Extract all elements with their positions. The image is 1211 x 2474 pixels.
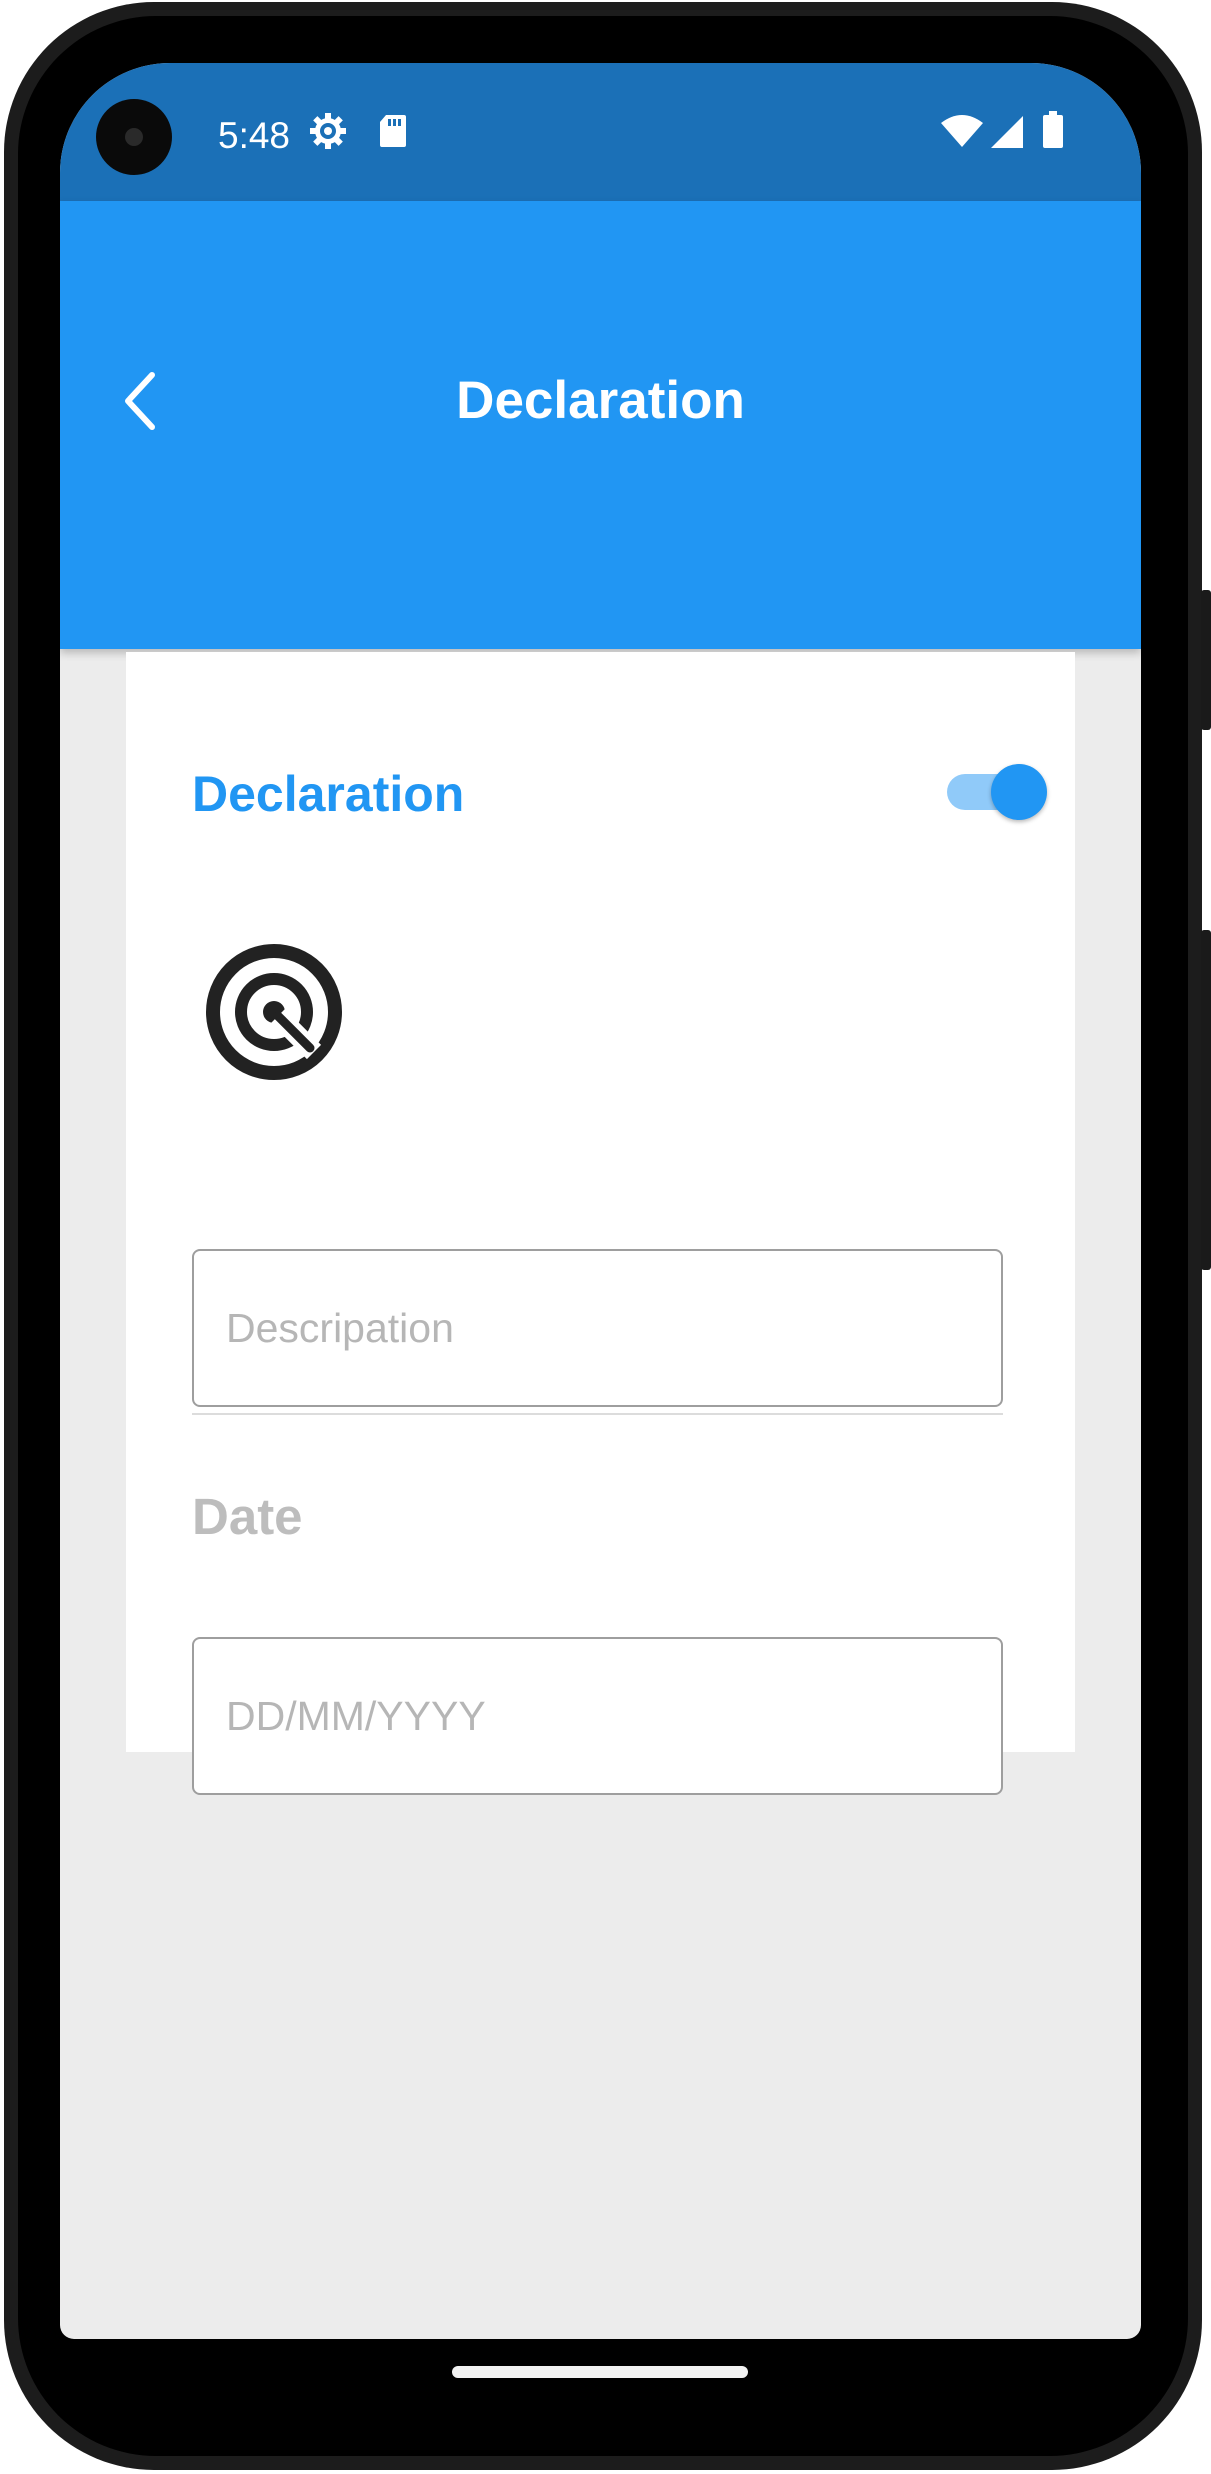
declaration-toggle[interactable] bbox=[945, 762, 1047, 822]
power-button bbox=[1201, 930, 1211, 1270]
date-label: Date bbox=[192, 1488, 303, 1545]
target-q-logo-icon bbox=[204, 942, 344, 1082]
home-indicator[interactable] bbox=[452, 2366, 748, 2378]
screen: 5:48 Declaration Declaration Descripatio… bbox=[60, 63, 1141, 2339]
date-input[interactable] bbox=[194, 1639, 1001, 1793]
sd-card-icon bbox=[376, 113, 408, 154]
section-title: Declaration bbox=[192, 766, 465, 822]
phone-frame: 5:48 Declaration Declaration Descripatio… bbox=[0, 0, 1211, 2474]
settings-icon bbox=[308, 111, 348, 156]
status-bar: 5:48 bbox=[60, 63, 1141, 201]
description-input[interactable] bbox=[194, 1251, 1001, 1405]
declaration-card: Declaration Date bbox=[126, 652, 1075, 1795]
divider bbox=[192, 1413, 1003, 1415]
cellular-signal-icon bbox=[990, 115, 1024, 154]
status-time: 5:48 bbox=[218, 115, 291, 156]
front-camera bbox=[96, 99, 172, 175]
volume-up-button bbox=[1201, 590, 1211, 730]
wifi-icon bbox=[940, 115, 984, 154]
battery-icon bbox=[1042, 111, 1064, 154]
page-title: Declaration bbox=[456, 371, 745, 430]
toggle-thumb bbox=[991, 764, 1047, 820]
description-field[interactable] bbox=[192, 1249, 1003, 1407]
date-field[interactable] bbox=[192, 1637, 1003, 1795]
app-bar: Declaration bbox=[60, 201, 1141, 649]
